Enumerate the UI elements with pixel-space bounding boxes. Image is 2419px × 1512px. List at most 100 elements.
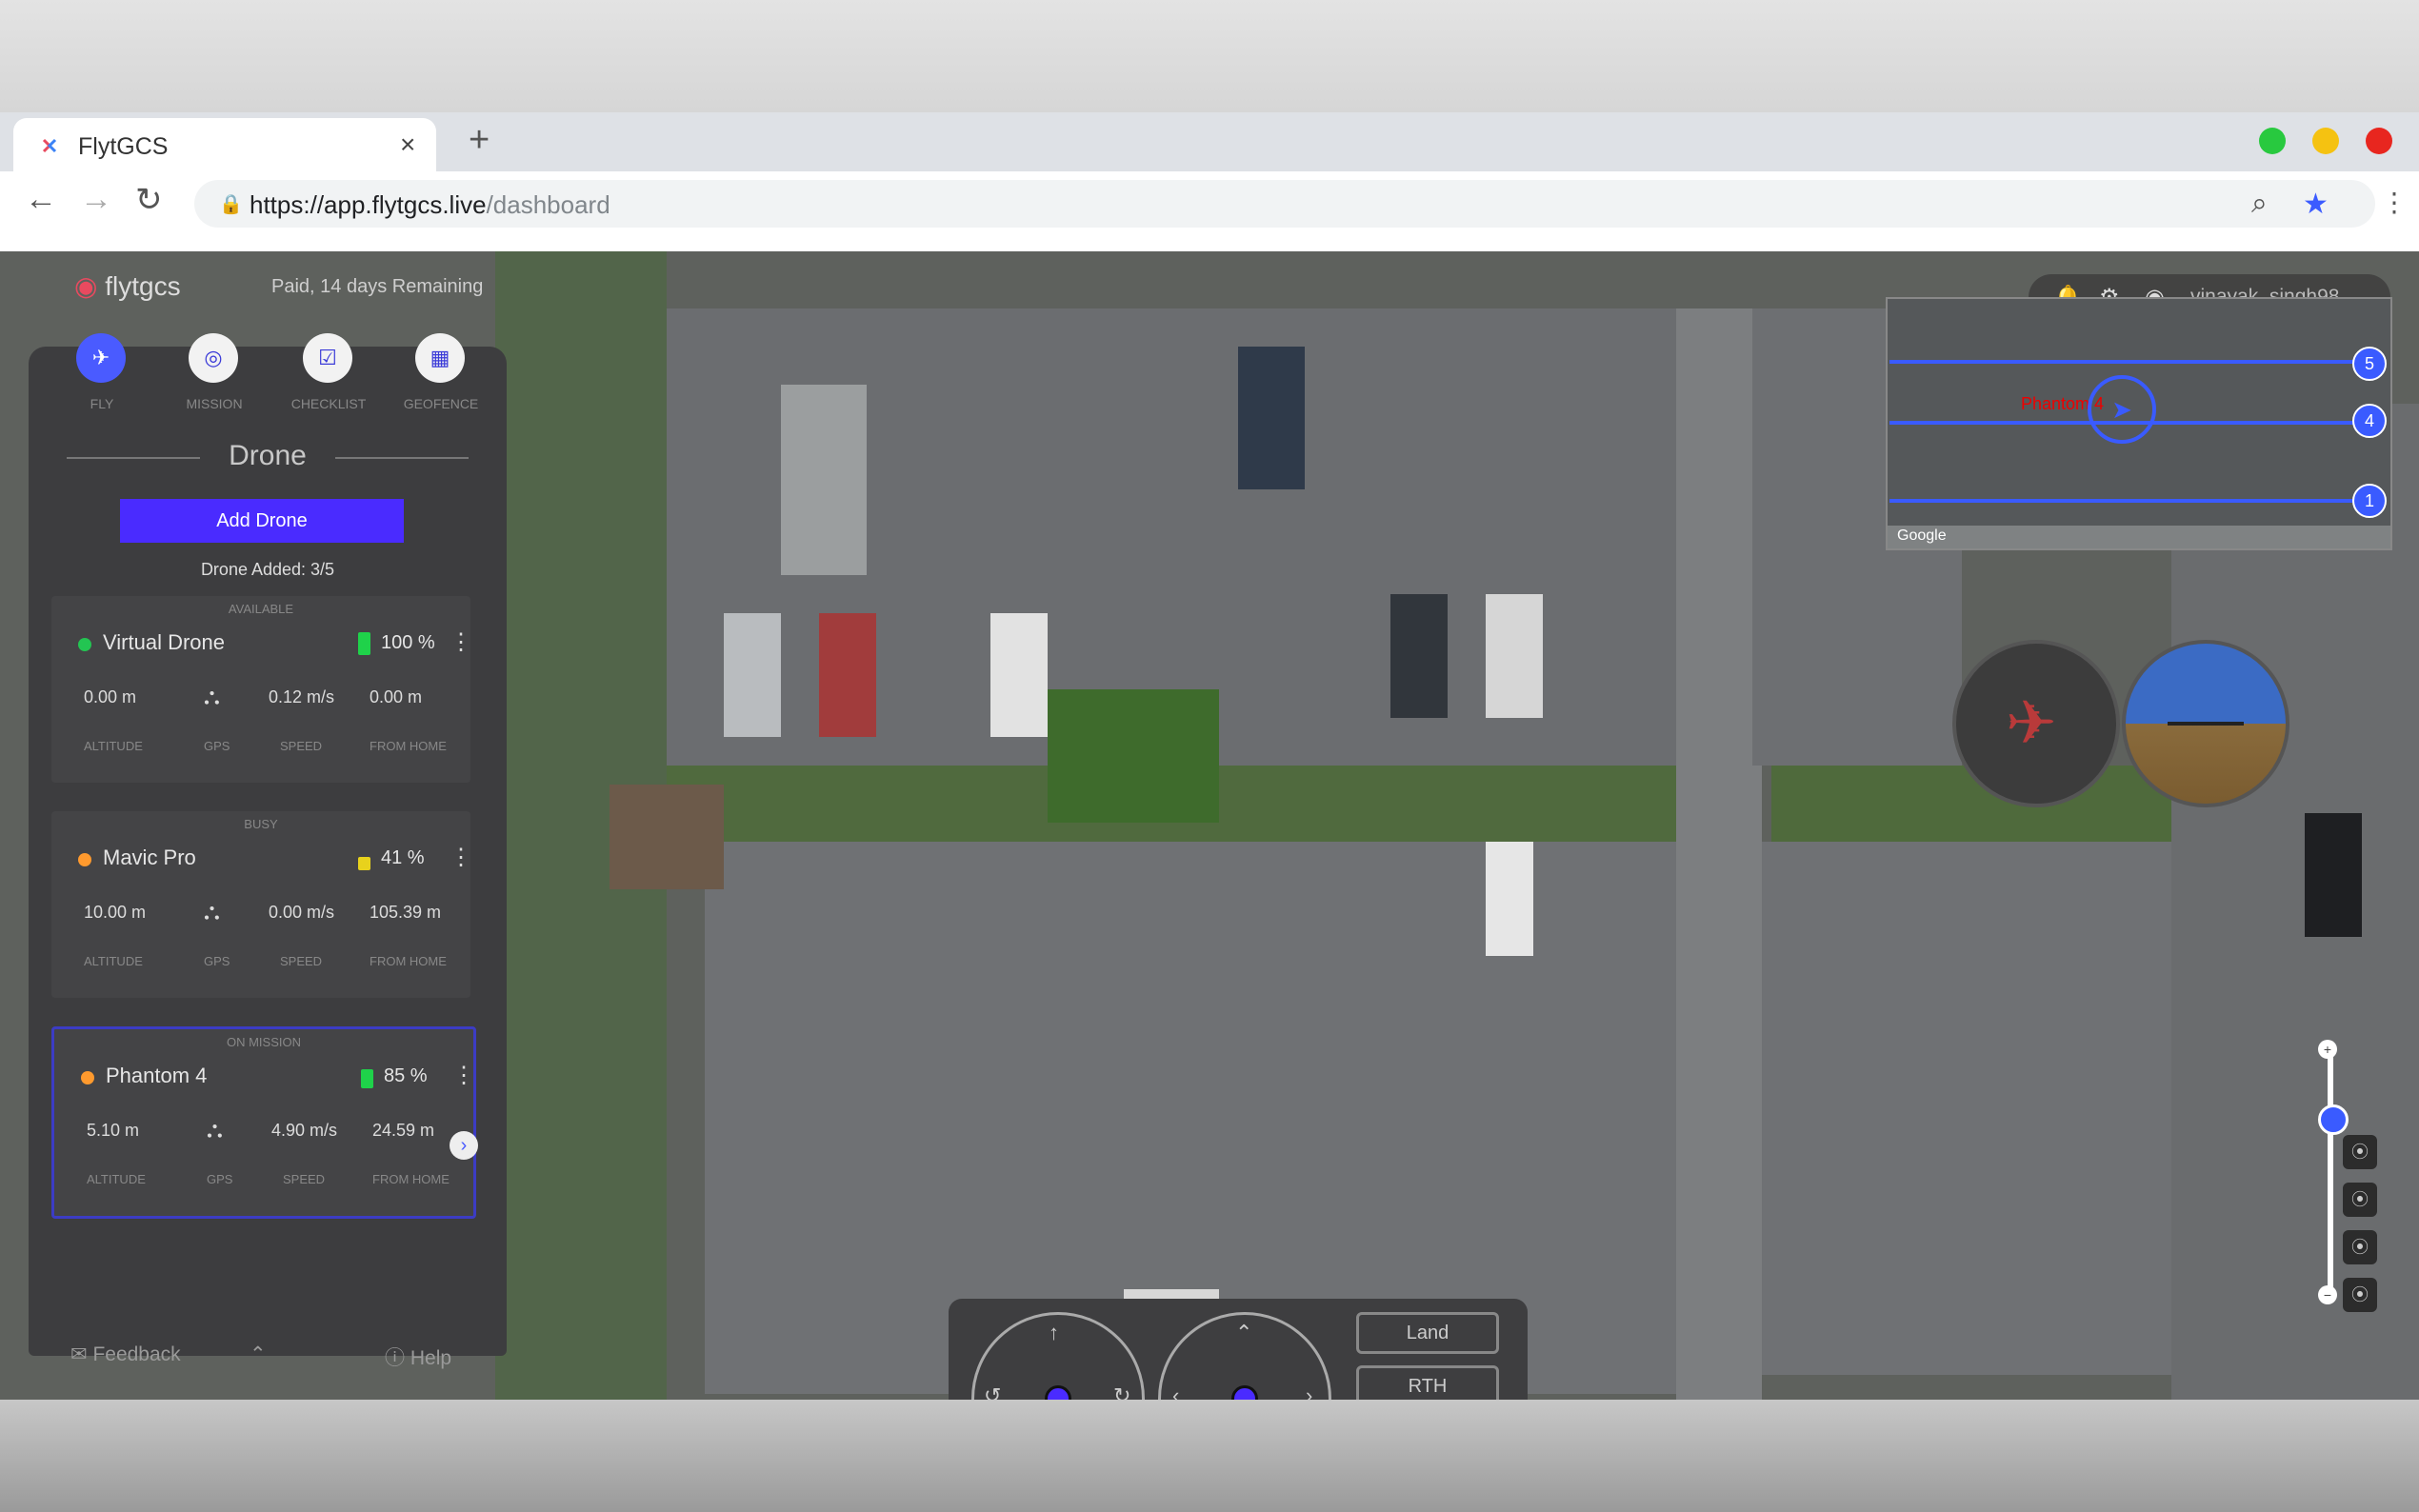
feedback-link[interactable]: ✉ Feedback bbox=[70, 1343, 181, 1366]
rotate-left-icon[interactable]: ↺ bbox=[984, 1383, 1001, 1400]
drone-status: ON MISSION bbox=[226, 1035, 301, 1049]
drone-menu-icon[interactable]: ⋮ bbox=[450, 844, 472, 871]
drone-panel: ✈ FLY ◎ MISSION ☑ CHECKLIST ▦ GEOFENCE D… bbox=[29, 333, 507, 1356]
from-home-value: 24.59 m bbox=[372, 1121, 435, 1140]
geofence-nav-label: GEOFENCE bbox=[403, 396, 479, 411]
speed-label: SPEED bbox=[280, 954, 323, 968]
left-joystick-handle[interactable] bbox=[1045, 1385, 1071, 1400]
zoom-in-icon[interactable]: + bbox=[2318, 1040, 2337, 1059]
camera-icon[interactable]: ⦿ bbox=[2343, 1183, 2377, 1217]
address-bar[interactable]: 🔒 https://app.flytgcs.live/dashboard ⌕ ★ bbox=[194, 180, 2375, 228]
battery-icon bbox=[358, 632, 370, 655]
speed-label: SPEED bbox=[283, 1172, 326, 1186]
flytgcs-logo: ◉ flytgcs bbox=[74, 271, 181, 301]
geofence-nav-button[interactable]: ▦ bbox=[415, 333, 465, 383]
browser-window: FlytGCS × + ← → ↻ 🔒 https://app.flytgcs.… bbox=[0, 112, 2419, 1400]
gps-icon: ⛬ bbox=[204, 684, 220, 709]
browser-menu-icon[interactable]: ⋮ bbox=[2381, 187, 2408, 218]
drone-card-virtual-drone[interactable]: AVAILABLE Virtual Drone 100 % ⋮ 0.00 m ⛬… bbox=[51, 596, 472, 783]
screen-background-bottom bbox=[0, 1400, 2419, 1512]
battery-icon bbox=[358, 857, 370, 870]
camera-icon[interactable]: ⦿ bbox=[2343, 1230, 2377, 1264]
drone-menu-icon[interactable]: ⋮ bbox=[450, 628, 472, 656]
lock-icon: 🔒 bbox=[219, 194, 243, 215]
waypoint-marker[interactable]: 4 bbox=[2352, 404, 2387, 438]
altitude-value: 5.10 m bbox=[87, 1121, 140, 1140]
drone-position-icon[interactable]: ➤ bbox=[2088, 375, 2156, 444]
gps-label: GPS bbox=[204, 954, 230, 968]
fly-nav-button[interactable]: ✈ bbox=[76, 333, 126, 383]
new-tab-button[interactable]: + bbox=[469, 120, 490, 161]
mission-nav-button[interactable]: ◎ bbox=[189, 333, 238, 383]
flytgcs-app: ◉ flytgcs Paid, 14 days Remaining ✈ FLY … bbox=[0, 251, 2419, 1400]
zoom-slider-track[interactable] bbox=[2328, 1047, 2333, 1293]
zoom-out-icon[interactable]: − bbox=[2318, 1285, 2337, 1304]
rotate-right-icon[interactable]: ↻ bbox=[1113, 1383, 1130, 1400]
altitude-value: 10.00 m bbox=[84, 903, 147, 922]
route-line bbox=[1889, 499, 2366, 503]
help-link[interactable]: ⓘ Help bbox=[385, 1343, 451, 1371]
rth-button[interactable]: RTH bbox=[1356, 1365, 1499, 1400]
window-close-button[interactable] bbox=[2366, 128, 2392, 154]
left-chevron-icon[interactable]: ‹ bbox=[1172, 1383, 1179, 1400]
route-line bbox=[1889, 360, 2366, 364]
forward-arrow-icon[interactable]: → bbox=[80, 181, 112, 218]
add-drone-button[interactable]: Add Drone bbox=[120, 499, 404, 543]
zoom-search-icon[interactable]: ⌕ bbox=[2251, 188, 2268, 220]
browser-tab[interactable]: FlytGCS × bbox=[13, 118, 436, 171]
left-joystick[interactable]: ↑ ↓ ↺ ↻ bbox=[971, 1312, 1145, 1400]
brand-bar: ◉ flytgcs Paid, 14 days Remaining bbox=[38, 263, 505, 308]
section-title: Drone bbox=[29, 440, 507, 472]
checklist-nav-button[interactable]: ☑ bbox=[303, 333, 352, 383]
battery-percent: 100 % bbox=[381, 632, 435, 653]
browser-toolbar: ← → ↻ 🔒 https://app.flytgcs.live/dashboa… bbox=[0, 171, 2419, 238]
zoom-slider-handle[interactable] bbox=[2318, 1104, 2349, 1135]
drone-status: BUSY bbox=[244, 817, 278, 831]
gps-label: GPS bbox=[207, 1172, 233, 1186]
drone-menu-icon[interactable]: ⋮ bbox=[452, 1062, 475, 1089]
expand-drone-details-button[interactable]: › bbox=[450, 1131, 478, 1160]
bookmark-star-icon[interactable]: ★ bbox=[2303, 188, 2329, 221]
joystick-panel: ↑ ↓ ↺ ↻ ⌃ ⌄ ‹ › Land RTH bbox=[949, 1299, 1528, 1400]
plan-status: Paid, 14 days Remaining bbox=[271, 276, 484, 297]
altitude-label: ALTITUDE bbox=[84, 739, 143, 753]
right-joystick[interactable]: ⌃ ⌄ ‹ › bbox=[1158, 1312, 1331, 1400]
drone-name: Mavic Pro bbox=[103, 846, 196, 869]
map-attribution: Google bbox=[1888, 526, 2390, 548]
status-dot bbox=[81, 1071, 94, 1084]
from-home-value: 105.39 m bbox=[370, 903, 442, 922]
speed-value: 0.00 m/s bbox=[269, 903, 335, 922]
speed-value: 4.90 m/s bbox=[271, 1121, 338, 1140]
drone-name: Virtual Drone bbox=[103, 630, 225, 654]
checklist-nav-label: CHECKLIST bbox=[290, 396, 367, 411]
minimap[interactable]: 5 4 1 Phantom 4 ➤ Google bbox=[1886, 297, 2392, 550]
tab-strip: FlytGCS × + bbox=[0, 112, 2419, 171]
speed-value: 0.12 m/s bbox=[269, 687, 335, 706]
drone-card-phantom-4[interactable]: ON MISSION Phantom 4 85 % ⋮ 5.10 m ⛬ 4.9… bbox=[51, 1026, 476, 1219]
right-joystick-handle[interactable] bbox=[1231, 1385, 1258, 1400]
back-arrow-icon[interactable]: ← bbox=[25, 181, 57, 218]
window-maximize-button[interactable] bbox=[2259, 128, 2286, 154]
up-arrow-icon[interactable]: ↑ bbox=[1049, 1321, 1059, 1345]
altitude-value: 0.00 m bbox=[84, 687, 137, 706]
collapse-chevron-icon[interactable]: ⌃ bbox=[250, 1343, 267, 1366]
drone-status: AVAILABLE bbox=[228, 602, 294, 616]
waypoint-marker[interactable]: 1 bbox=[2352, 484, 2387, 518]
status-dot bbox=[78, 638, 91, 651]
drone-name: Phantom 4 bbox=[106, 1064, 208, 1087]
tab-close-icon[interactable]: × bbox=[400, 129, 415, 160]
window-minimize-button[interactable] bbox=[2312, 128, 2339, 154]
drones-added-count: Drone Added: 3/5 bbox=[200, 560, 335, 579]
reload-icon[interactable]: ↻ bbox=[135, 181, 163, 219]
google-logo: Google bbox=[1897, 527, 1947, 544]
camera-icon[interactable]: ⦿ bbox=[2343, 1278, 2377, 1312]
mission-nav-label: MISSION bbox=[186, 396, 243, 411]
camera-icon[interactable]: ⦿ bbox=[2343, 1135, 2377, 1169]
drone-card-mavic-pro[interactable]: BUSY Mavic Pro 41 % ⋮ 10.00 m ⛬ 0.00 m/s… bbox=[51, 811, 472, 998]
right-chevron-icon[interactable]: › bbox=[1306, 1383, 1312, 1400]
land-button[interactable]: Land bbox=[1356, 1312, 1499, 1354]
waypoint-marker[interactable]: 5 bbox=[2352, 347, 2387, 381]
gps-label: GPS bbox=[204, 739, 230, 753]
from-home-value: 0.00 m bbox=[370, 687, 423, 706]
forward-chevron-icon[interactable]: ⌃ bbox=[1235, 1321, 1252, 1345]
